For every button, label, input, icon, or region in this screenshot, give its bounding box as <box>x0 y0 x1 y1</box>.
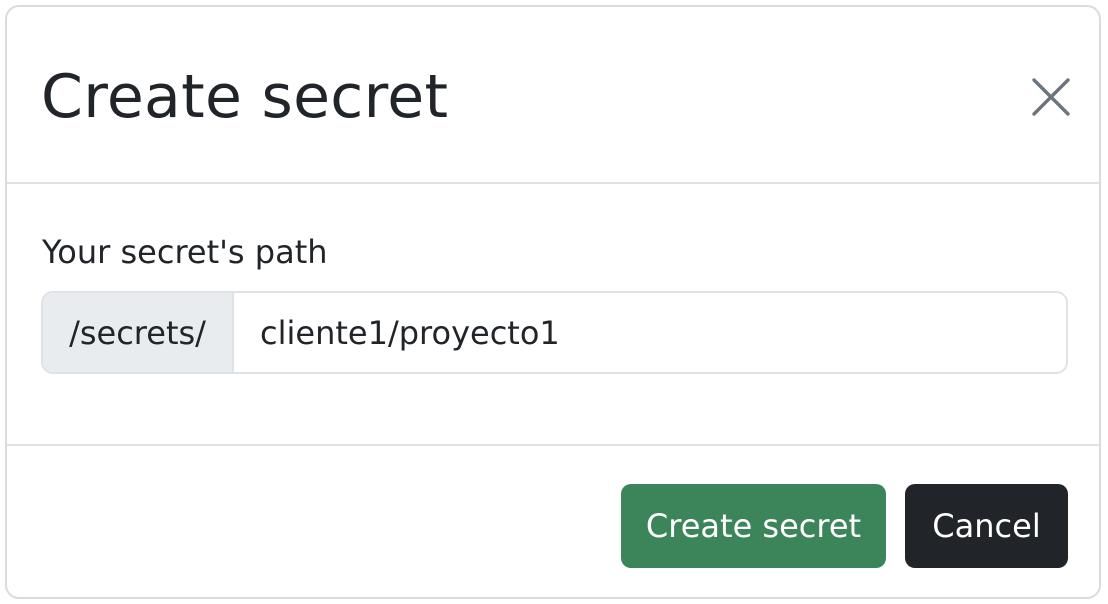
modal-header: Create secret <box>7 7 1099 184</box>
modal-footer: Create secret Cancel <box>7 444 1099 597</box>
secret-path-input[interactable] <box>234 293 1066 372</box>
modal-title: Create secret <box>41 62 449 132</box>
secret-path-label: Your secret's path <box>42 233 328 271</box>
secret-path-input-group: /secrets/ <box>41 291 1068 374</box>
close-button[interactable] <box>1027 73 1075 121</box>
close-icon <box>1032 78 1070 116</box>
create-secret-modal: Create secret Your secret's path /secret… <box>5 5 1101 599</box>
cancel-button[interactable]: Cancel <box>905 484 1068 568</box>
create-secret-button[interactable]: Create secret <box>621 484 886 568</box>
modal-body: Your secret's path /secrets/ <box>7 184 1099 446</box>
secret-path-prefix: /secrets/ <box>43 293 234 372</box>
